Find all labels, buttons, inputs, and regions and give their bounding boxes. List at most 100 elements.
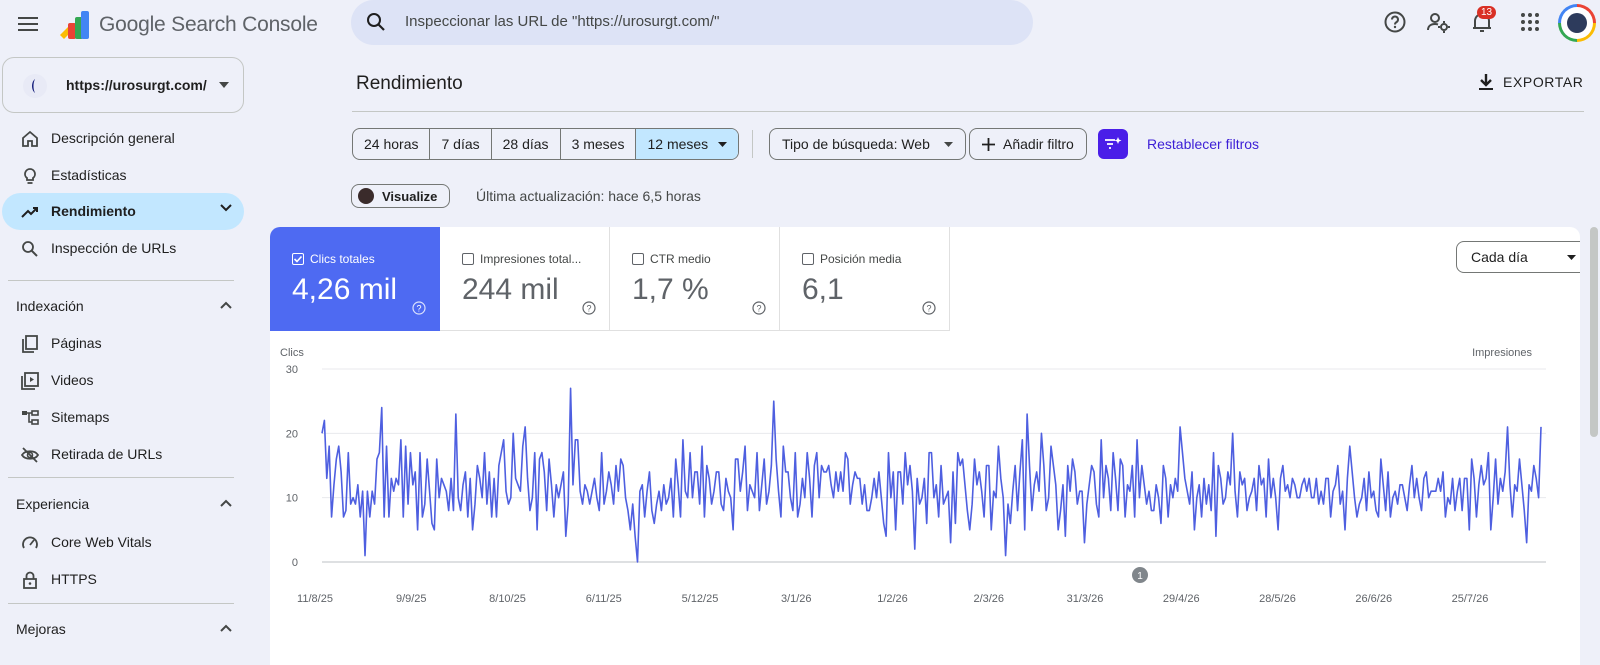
help-icon[interactable]: ?	[412, 301, 426, 315]
export-label: EXPORTAR	[1503, 74, 1584, 90]
range-chip-28d[interactable]: 28 días	[492, 129, 561, 159]
metric-label-text: Clics totales	[310, 252, 375, 266]
nav-performance-label: Rendimiento	[51, 203, 136, 219]
nav-removals[interactable]: Retirada de URLs	[2, 436, 244, 473]
visualize-icon	[358, 188, 374, 204]
x-tick-label: 6/11/25	[586, 593, 622, 605]
x-tick-label: 25/7/26	[1452, 593, 1489, 605]
nav-core-web-vitals[interactable]: Core Web Vitals	[2, 524, 244, 561]
left-axis-title: Clics	[280, 347, 304, 359]
apps-grid-icon[interactable]	[1521, 13, 1539, 31]
clicks-line-chart: Clics Impresiones 0 10 20 30 11/8/25 9/9/25 8/10…	[280, 347, 1546, 605]
nav-performance[interactable]: Rendimiento	[2, 193, 244, 230]
lock-icon	[21, 571, 39, 589]
home-icon	[21, 130, 39, 148]
search-console-logo-icon[interactable]	[58, 9, 90, 39]
nav-overview-label: Descripción general	[51, 130, 175, 146]
metric-total-impressions[interactable]: Impresiones total... 244 mil ?	[440, 227, 610, 331]
eye-off-icon	[21, 446, 39, 464]
x-tick-label: 2/3/26	[973, 593, 1004, 605]
nav-sitemaps-label: Sitemaps	[51, 409, 110, 425]
nav-insights[interactable]: Estadísticas	[2, 157, 244, 194]
add-filter-button[interactable]: Añadir filtro	[969, 128, 1087, 160]
help-icon[interactable]: ?	[752, 301, 766, 315]
metric-label-text: Impresiones total...	[480, 252, 582, 266]
checkbox-checked-icon[interactable]	[292, 253, 304, 265]
granularity-label: Cada día	[1471, 249, 1528, 265]
url-inspection-search[interactable]: Inspeccionar las URL de "https://urosurg…	[351, 0, 1033, 45]
reset-filters-link[interactable]: Restablecer filtros	[1147, 136, 1259, 152]
nav-https-label: HTTPS	[51, 571, 97, 587]
metric-label-text: CTR medio	[650, 252, 711, 266]
section-enhancements-title[interactable]: Mejoras	[16, 621, 66, 637]
svg-text:?: ?	[416, 304, 421, 314]
nav-core-web-vitals-label: Core Web Vitals	[51, 534, 152, 550]
chevron-down-icon	[220, 204, 232, 212]
range-chip-12m[interactable]: 12 meses	[636, 129, 739, 159]
x-tick-label: 5/12/25	[682, 593, 719, 605]
metric-value: 244 mil	[462, 273, 559, 306]
checkbox-icon[interactable]	[802, 253, 814, 265]
menu-icon[interactable]	[14, 10, 42, 38]
range-chip-label: 12 meses	[647, 136, 709, 152]
section-indexing-title[interactable]: Indexación	[16, 298, 84, 314]
filter-separator	[752, 130, 753, 158]
chevron-up-icon[interactable]	[220, 301, 232, 309]
nav-insights-label: Estadísticas	[51, 167, 127, 183]
page-scrollbar[interactable]	[1590, 227, 1598, 437]
checkbox-icon[interactable]	[632, 253, 644, 265]
dropdown-caret-icon	[219, 82, 229, 88]
nav-sitemaps[interactable]: Sitemaps	[2, 399, 244, 436]
metric-value: 4,26 mil	[292, 273, 398, 306]
chevron-up-icon[interactable]	[220, 499, 232, 507]
y-tick-label: 20	[286, 428, 298, 440]
metric-value: 6,1	[802, 273, 844, 306]
clicks-series-line	[321, 387, 1542, 563]
sidebar-divider	[8, 280, 234, 281]
lightbulb-icon	[21, 167, 39, 185]
y-tick-label: 10	[286, 493, 298, 505]
help-icon[interactable]: ?	[922, 301, 936, 315]
help-icon[interactable]: ?	[582, 301, 596, 315]
nav-overview[interactable]: Descripción general	[2, 120, 244, 157]
nav-https[interactable]: HTTPS	[2, 561, 244, 598]
search-type-dropdown[interactable]: Tipo de búsqueda: Web	[769, 128, 966, 160]
x-tick-label: 26/6/26	[1355, 593, 1392, 605]
nav-url-inspection-label: Inspección de URLs	[51, 240, 177, 256]
nav-pages[interactable]: Páginas	[2, 325, 244, 362]
last-update-text: Última actualización: hace 6,5 horas	[476, 188, 701, 204]
search-input[interactable]: Inspeccionar las URL de "https://urosurg…	[405, 13, 719, 30]
nav-videos[interactable]: Videos	[2, 362, 244, 399]
checkbox-icon[interactable]	[462, 253, 474, 265]
range-chip-3m[interactable]: 3 meses	[561, 129, 637, 159]
search-icon	[21, 240, 39, 258]
x-tick-label: 31/3/26	[1067, 593, 1104, 605]
metric-label-text: Posición media	[820, 252, 902, 266]
x-tick-label: 9/9/25	[396, 593, 427, 605]
export-button[interactable]: EXPORTAR	[1479, 74, 1584, 90]
app-title[interactable]: Google Search Console	[99, 13, 318, 37]
nav-pages-label: Páginas	[51, 335, 102, 351]
visualize-button[interactable]: Visualize	[351, 184, 451, 208]
nav-removals-label: Retirada de URLs	[51, 446, 163, 462]
range-chip-24h[interactable]: 24 horas	[353, 129, 431, 159]
notification-badge: 13	[1477, 6, 1497, 19]
property-url: https://urosurgt.com/	[66, 77, 207, 93]
visualize-label: Visualize	[382, 188, 438, 204]
granularity-dropdown[interactable]: Cada día	[1456, 241, 1580, 273]
help-icon[interactable]	[1383, 10, 1407, 34]
section-experience-title[interactable]: Experiencia	[16, 496, 89, 512]
chevron-up-icon[interactable]	[220, 624, 232, 632]
metric-average-ctr[interactable]: CTR medio 1,7 % ?	[610, 227, 780, 331]
account-avatar[interactable]	[1558, 4, 1596, 42]
trending-up-icon	[21, 203, 39, 221]
nav-videos-label: Videos	[51, 372, 94, 388]
metric-average-position[interactable]: Posición media 6,1 ?	[780, 227, 950, 331]
property-favicon-icon	[23, 74, 47, 98]
ai-filter-icon[interactable]	[1098, 129, 1128, 159]
user-settings-icon[interactable]	[1426, 10, 1452, 34]
nav-url-inspection[interactable]: Inspección de URLs	[2, 230, 244, 267]
range-chip-7d[interactable]: 7 días	[430, 129, 492, 159]
metric-total-clicks[interactable]: Clics totales 4,26 mil ?	[270, 227, 440, 331]
property-selector[interactable]: https://urosurgt.com/	[2, 57, 244, 113]
